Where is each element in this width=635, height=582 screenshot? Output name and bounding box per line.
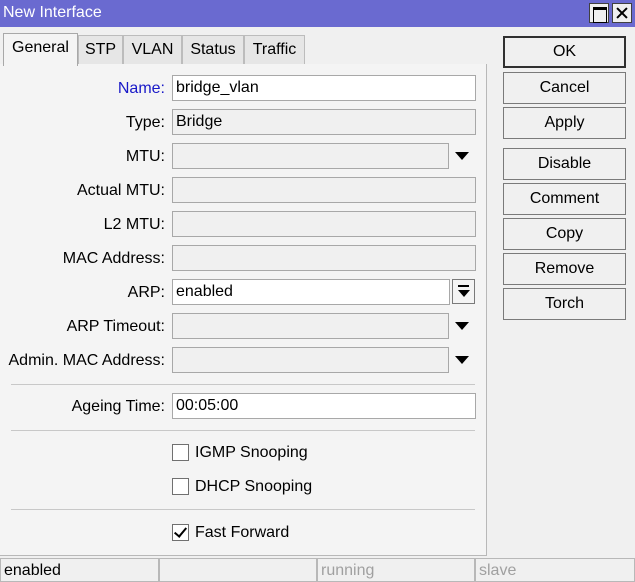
dhcp-snooping-label: DHCP Snooping — [195, 478, 313, 495]
type-label: Type: — [125, 114, 165, 131]
ageing-time-input[interactable]: 00:05:00 — [172, 393, 476, 419]
status-bar: enabled running slave — [0, 558, 635, 582]
arp-dropdown-icon[interactable] — [452, 279, 475, 304]
comment-button[interactable]: Comment — [503, 183, 626, 215]
mac-address-label: MAC Address: — [62, 250, 165, 267]
divider — [11, 509, 475, 510]
apply-button[interactable]: Apply — [503, 107, 626, 139]
status-running: running — [317, 558, 475, 582]
divider — [11, 384, 475, 385]
fast-forward-label: Fast Forward — [195, 524, 290, 541]
status-enabled: enabled — [0, 558, 159, 582]
l2-mtu-label: L2 MTU: — [103, 216, 165, 233]
divider — [11, 430, 475, 431]
name-input[interactable]: bridge_vlan — [172, 75, 476, 101]
igmp-snooping-checkbox[interactable] — [172, 444, 189, 461]
arp-timeout-label: ARP Timeout: — [66, 318, 165, 335]
mtu-input[interactable] — [172, 143, 449, 169]
arp-select[interactable]: enabled — [172, 279, 450, 305]
tab-vlan[interactable]: VLAN — [123, 35, 182, 65]
window-title: New Interface — [3, 4, 102, 21]
tab-status[interactable]: Status — [182, 35, 244, 65]
cancel-button[interactable]: Cancel — [503, 72, 626, 104]
title-bar: New Interface — [0, 0, 635, 27]
admin-mac-chevron-down-icon[interactable] — [455, 356, 469, 365]
l2-mtu-field — [172, 211, 476, 237]
actual-mtu-field — [172, 177, 476, 203]
igmp-snooping-label: IGMP Snooping — [195, 444, 308, 461]
admin-mac-input[interactable] — [172, 347, 449, 373]
tab-stp[interactable]: STP — [78, 35, 123, 65]
fast-forward-checkbox[interactable] — [172, 524, 189, 541]
remove-button[interactable]: Remove — [503, 253, 626, 285]
status-slave: slave — [475, 558, 635, 582]
tab-general[interactable]: General — [3, 33, 78, 66]
type-field: Bridge — [172, 109, 476, 135]
arp-timeout-input[interactable] — [172, 313, 449, 339]
copy-button[interactable]: Copy — [503, 218, 626, 250]
close-icon[interactable] — [612, 3, 632, 23]
torch-button[interactable]: Torch — [503, 288, 626, 320]
admin-mac-label: Admin. MAC Address: — [8, 352, 166, 369]
mtu-label: MTU: — [125, 148, 165, 165]
dhcp-snooping-checkbox[interactable] — [172, 478, 189, 495]
ageing-time-label: Ageing Time: — [71, 398, 165, 415]
disable-button[interactable]: Disable — [503, 148, 626, 180]
ok-button[interactable]: OK — [503, 36, 626, 68]
arp-label: ARP: — [127, 284, 165, 301]
status-empty — [159, 558, 317, 582]
mac-address-field — [172, 245, 476, 271]
actual-mtu-label: Actual MTU: — [76, 182, 165, 199]
tab-traffic[interactable]: Traffic — [244, 35, 305, 65]
name-label: Name: — [117, 80, 165, 97]
general-panel: Name: bridge_vlan Type: Bridge MTU: Actu… — [0, 64, 487, 556]
arp-timeout-chevron-down-icon[interactable] — [455, 322, 469, 331]
maximize-icon[interactable] — [589, 3, 609, 23]
mtu-chevron-down-icon[interactable] — [455, 152, 469, 161]
